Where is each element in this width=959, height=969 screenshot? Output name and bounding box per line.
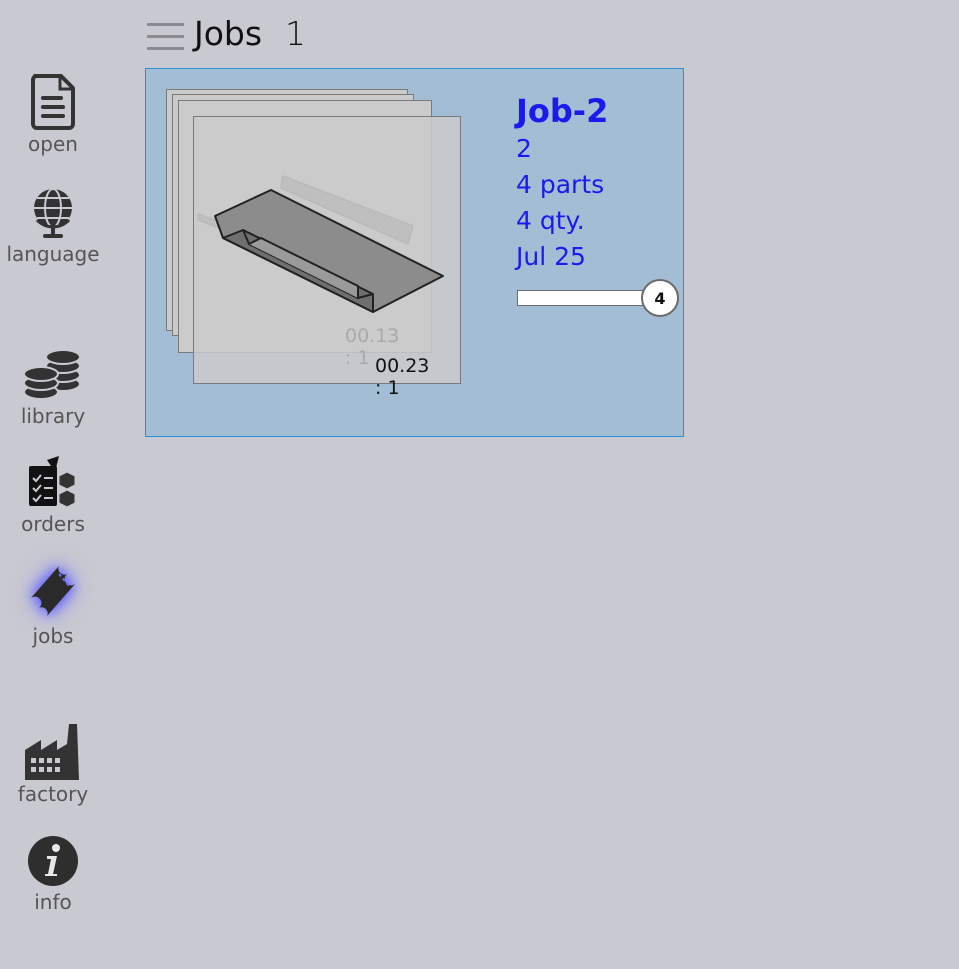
nav-info-label: info xyxy=(34,890,72,914)
factory-icon xyxy=(25,724,79,780)
nav-jobs[interactable]: jobs xyxy=(0,560,106,648)
nav-language-label: language xyxy=(6,242,100,266)
job-progress-bar xyxy=(517,290,647,306)
thumbnail-ratio-front: 00.23 : 1 xyxy=(375,355,430,399)
info-icon xyxy=(28,836,78,886)
clipboard-boxes-icon xyxy=(29,456,76,508)
job-name: Job-2 xyxy=(516,92,609,130)
job-parts: 4 parts xyxy=(516,170,605,199)
document-icon xyxy=(31,74,75,130)
job-card[interactable]: 00.13 : 1 00.23 : 1 Job-2 2 4 parts 4 qt… xyxy=(145,68,684,437)
nav-language[interactable]: language xyxy=(0,184,106,266)
job-number: 2 xyxy=(516,134,532,163)
page-title: Jobs xyxy=(194,14,263,53)
nav-factory-label: factory xyxy=(17,782,89,806)
sidebar: open language library orders jobs factor… xyxy=(0,0,108,969)
nav-factory[interactable]: factory xyxy=(0,722,106,806)
hamburger-menu-icon[interactable] xyxy=(147,22,185,52)
job-info: Job-2 2 4 parts 4 qty. Jul 25 xyxy=(516,91,608,275)
nav-info[interactable]: info xyxy=(0,834,106,914)
nav-orders-label: orders xyxy=(21,512,85,536)
coin-stack-icon xyxy=(23,349,81,400)
nav-open[interactable]: open xyxy=(0,74,106,156)
jobs-count: 1 xyxy=(285,14,306,53)
nav-jobs-label: jobs xyxy=(32,624,74,648)
nav-library-label: library xyxy=(20,404,86,428)
job-date: Jul 25 xyxy=(516,242,586,271)
ticket-icon xyxy=(31,566,75,616)
globe-icon xyxy=(34,188,72,238)
job-progress-badge: 4 xyxy=(641,279,679,317)
sheet-metal-part-image xyxy=(197,174,444,313)
nav-library[interactable]: library xyxy=(0,344,106,428)
nav-orders[interactable]: orders xyxy=(0,456,106,536)
job-qty: 4 qty. xyxy=(516,206,585,235)
nav-open-label: open xyxy=(28,132,78,156)
